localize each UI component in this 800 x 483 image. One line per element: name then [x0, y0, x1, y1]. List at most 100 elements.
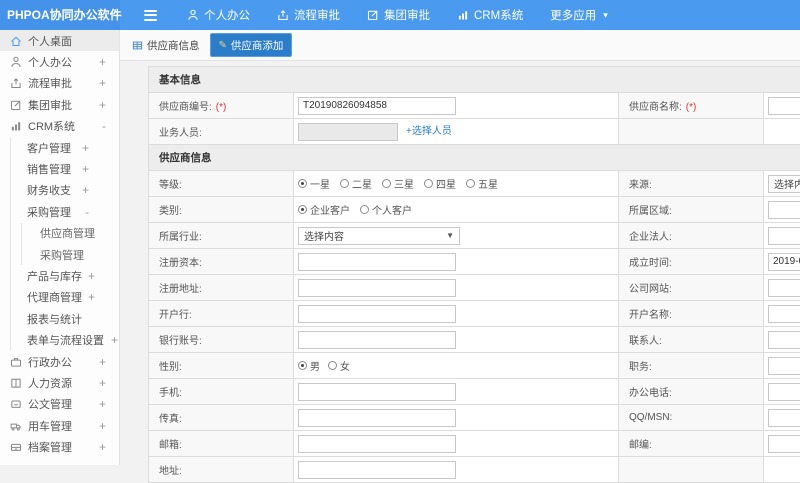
- position-input[interactable]: [768, 357, 800, 375]
- sidebar-item-reports-stats[interactable]: 报表与统计: [11, 308, 119, 329]
- tab-supplier-add[interactable]: ✎ 供应商添加: [210, 33, 293, 57]
- bank-branch-input[interactable]: [298, 305, 456, 323]
- form-row: 类别: 企业客户 个人客户 所属区域:: [149, 197, 800, 223]
- zip-input[interactable]: [768, 435, 800, 453]
- sidebar-item-agent-mgmt[interactable]: 代理商管理 +: [11, 287, 119, 308]
- radio-circle-icon: [466, 179, 475, 188]
- form-row: 传真: QQ/MSN:: [149, 405, 800, 431]
- expand-toggle[interactable]: +: [99, 419, 106, 433]
- supplier-name-input[interactable]: [768, 97, 800, 115]
- supplier-no-input[interactable]: [298, 97, 456, 115]
- sidebar-item-official-docs[interactable]: 公文管理 +: [0, 394, 119, 415]
- sidebar-item-purchase-mgmt[interactable]: 采购管理 -: [11, 201, 119, 222]
- radio-option[interactable]: 个人客户: [360, 202, 412, 217]
- industry-select[interactable]: 选择内容▼: [298, 227, 460, 245]
- sidebar-item-crm-system[interactable]: CRM系统 -: [0, 116, 119, 137]
- radio-option[interactable]: 五星: [466, 176, 498, 191]
- expand-toggle[interactable]: +: [99, 376, 106, 390]
- form-row: 注册资本: 成立时间:: [149, 249, 800, 275]
- select-value: 选择内容: [304, 228, 344, 243]
- field-label: QQ/MSN:: [629, 412, 672, 423]
- nav-crm-system[interactable]: CRM系统: [457, 7, 523, 23]
- collapse-toggle[interactable]: -: [102, 119, 106, 133]
- form-row: 业务人员: +选择人员: [149, 119, 800, 145]
- account-name-input[interactable]: [768, 305, 800, 323]
- sidebar-item-human-resources[interactable]: 人力资源 +: [0, 372, 119, 393]
- section-title: 基本信息: [149, 67, 800, 93]
- expand-toggle[interactable]: +: [82, 141, 89, 155]
- collapse-toggle[interactable]: -: [85, 205, 89, 219]
- expand-toggle[interactable]: +: [99, 98, 106, 112]
- source-select[interactable]: 选择内容▼: [768, 175, 800, 193]
- sidebar-item-finance[interactable]: 财务收支 +: [11, 180, 119, 201]
- mobile-input[interactable]: [298, 383, 456, 401]
- radio-option[interactable]: 男: [298, 358, 320, 373]
- expand-toggle[interactable]: +: [82, 162, 89, 176]
- radio-option[interactable]: 二星: [340, 176, 372, 191]
- sidebar-item-label: 个人桌面: [28, 33, 72, 49]
- truck-icon: [10, 420, 22, 432]
- field-label: 成立时间:: [629, 258, 672, 269]
- contact-person-input[interactable]: [768, 331, 800, 349]
- field-label: 所属行业:: [159, 232, 202, 243]
- tab-supplier-info[interactable]: 供应商信息: [132, 38, 200, 53]
- field-label: 职务:: [629, 362, 652, 373]
- radio-circle-icon: [382, 179, 391, 188]
- sidebar-item-personal-office[interactable]: 个人办公 +: [0, 51, 119, 72]
- expand-toggle[interactable]: +: [99, 55, 106, 69]
- legal-person-input[interactable]: [768, 227, 800, 245]
- hamburger-icon[interactable]: [144, 7, 157, 23]
- sidebar-item-sales-mgmt[interactable]: 销售管理 +: [11, 158, 119, 179]
- radio-option[interactable]: 女: [328, 358, 350, 373]
- expand-toggle[interactable]: +: [99, 76, 106, 90]
- sidebar-item-group-approval[interactable]: 集团审批 +: [0, 94, 119, 115]
- sidebar-item-label: 财务收支: [27, 182, 71, 198]
- sidebar-item-product-inventory[interactable]: 产品与库存 +: [11, 265, 119, 286]
- sidebar-item-purchasing[interactable]: 采购管理: [22, 244, 119, 265]
- sidebar-item-personal-desktop[interactable]: 个人桌面: [0, 30, 119, 51]
- sidebar-item-archive-mgmt[interactable]: 档案管理 +: [0, 436, 119, 457]
- radio-option[interactable]: 三星: [382, 176, 414, 191]
- expand-toggle[interactable]: +: [99, 440, 106, 454]
- purchase-submenu: 供应商管理 采购管理: [21, 223, 119, 266]
- sidebar-item-workflow-approval[interactable]: 流程审批 +: [0, 73, 119, 94]
- staff-input[interactable]: [298, 123, 398, 141]
- level-radio-group: 一星 二星 三星 四星 五星: [298, 176, 618, 191]
- sidebar-item-supplier-mgmt[interactable]: 供应商管理: [22, 223, 119, 244]
- radio-option[interactable]: 四星: [424, 176, 456, 191]
- nav-personal-office[interactable]: 个人办公: [187, 7, 250, 23]
- qq-msn-input[interactable]: [768, 409, 800, 427]
- email-input[interactable]: [298, 435, 456, 453]
- sidebar-item-label: 采购管理: [40, 247, 84, 263]
- region-input[interactable]: [768, 201, 800, 219]
- expand-toggle[interactable]: +: [82, 183, 89, 197]
- sidebar-item-administration[interactable]: 行政办公 +: [0, 351, 119, 372]
- field-label: 邮箱:: [159, 440, 182, 451]
- bank-account-input[interactable]: [298, 331, 456, 349]
- expand-toggle[interactable]: +: [88, 290, 95, 304]
- radio-option[interactable]: 企业客户: [298, 202, 350, 217]
- registered-address-input[interactable]: [298, 279, 456, 297]
- sidebar-item-form-flow-settings[interactable]: 表单与流程设置 +: [11, 329, 119, 350]
- expand-toggle[interactable]: +: [88, 269, 95, 283]
- sidebar-item-label: 人力资源: [28, 375, 72, 391]
- founded-date-input[interactable]: [768, 253, 800, 271]
- sidebar-item-vehicle-mgmt[interactable]: 用车管理 +: [0, 415, 119, 436]
- user-icon: [10, 56, 22, 68]
- nav-workflow-approval[interactable]: 流程审批: [277, 7, 340, 23]
- registered-capital-input[interactable]: [298, 253, 456, 271]
- expand-toggle[interactable]: +: [99, 397, 106, 411]
- website-input[interactable]: [768, 279, 800, 297]
- choose-staff-link[interactable]: +选择人员: [406, 126, 452, 137]
- form-row: 银行账号: 联系人:: [149, 327, 800, 353]
- nav-more-apps[interactable]: 更多应用 ▾: [550, 7, 608, 23]
- form-row: 所属行业: 选择内容▼ 企业法人:: [149, 223, 800, 249]
- address-input[interactable]: [298, 461, 456, 479]
- expand-toggle[interactable]: +: [99, 355, 106, 369]
- office-phone-input[interactable]: [768, 383, 800, 401]
- fax-input[interactable]: [298, 409, 456, 427]
- expand-toggle[interactable]: +: [111, 333, 118, 347]
- sidebar-item-customer-mgmt[interactable]: 客户管理 +: [11, 137, 119, 158]
- nav-group-approval[interactable]: 集团审批: [367, 7, 430, 23]
- radio-option[interactable]: 一星: [298, 176, 330, 191]
